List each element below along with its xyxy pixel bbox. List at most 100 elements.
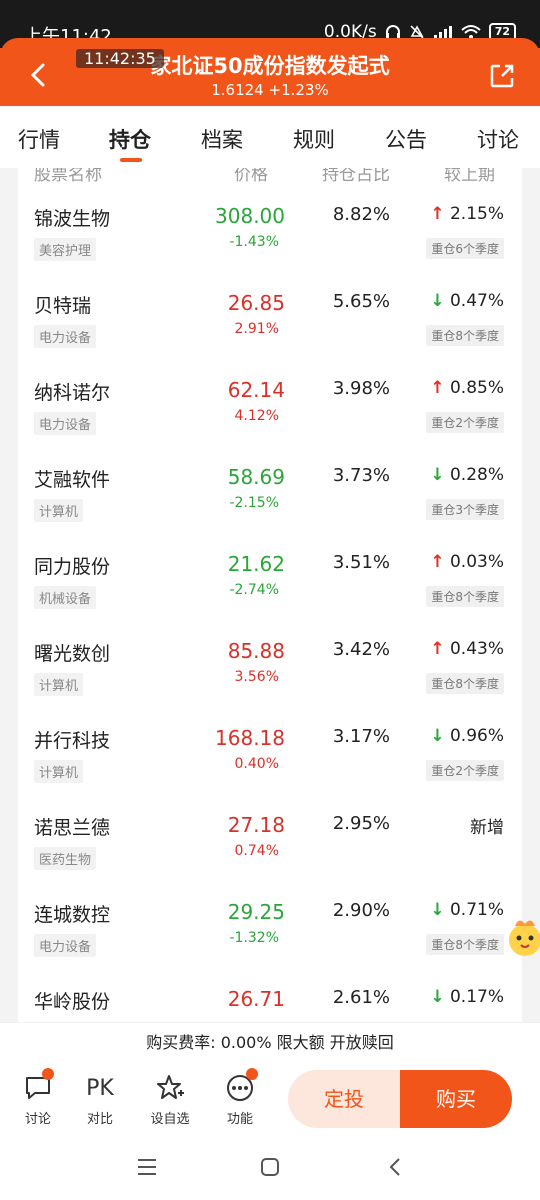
stock-price: 29.25 [227,900,285,924]
holding-row[interactable]: 锦波生物 美容护理 308.00 -1.43% 8.82% ↑ 2.15% 重仓6个季度 [18,204,522,291]
arrow-down-icon: ↓ [430,465,445,485]
holding-row[interactable]: 连城数控 电力设备 29.25 -1.32% 2.90% ↓ 0.71% 重仓8个季度 [18,900,522,987]
industry-tag: 计算机 [34,499,84,522]
stock-price: 168.18 [215,726,285,750]
tab-market[interactable]: 行情 [18,124,60,154]
period-change-value: 0.96% [449,726,504,746]
back-icon[interactable] [384,1156,406,1178]
discuss-notification-dot [42,1068,54,1080]
stock-price: 26.71 [227,987,285,1011]
compare-label: 对比 [86,1112,113,1127]
stock-change: 2.91% [234,321,279,337]
stock-name: 诺思兰德 [34,817,111,839]
col-price: 价格 [234,168,268,185]
period-change: ↑ 0.43% [430,639,504,659]
column-headers: 股票名称 价格 持仓占比 较上期 [18,168,522,185]
hold-ratio: 8.82% [332,204,390,225]
season-tag: 重仓8个季度 [426,586,504,607]
discuss-button[interactable]: 讨论 [10,1072,66,1127]
hold-ratio: 3.17% [332,726,390,747]
stock-name: 并行科技 [34,730,111,752]
period-change-value: 0.85% [449,378,504,398]
discuss-label: 讨论 [24,1112,51,1127]
season-tag: 重仓2个季度 [426,412,504,433]
holding-row[interactable]: 华岭股份 26.71 2.61% ↓ 0.17% [18,987,522,1022]
period-change: ↓ 0.28% [430,465,504,485]
period-change-value: 0.28% [449,465,504,485]
period-change-value: 0.43% [449,639,504,659]
holding-row[interactable]: 同力股份 机械设备 21.62 -2.74% 3.51% ↑ 0.03% 重仓8个季度 [18,552,522,639]
period-change: ↓ 0.47% [430,291,504,311]
industry-tag: 医药生物 [34,847,97,870]
col-name: 股票名称 [34,168,102,185]
fund-nav-value: 1.6124 [211,81,264,99]
stock-price: 58.69 [227,465,285,489]
stock-name: 锦波生物 [34,208,111,230]
tab-rules[interactable]: 规则 [293,124,335,154]
share-icon[interactable] [488,62,516,90]
menu-icon[interactable] [136,1156,158,1178]
stock-price: 62.14 [227,378,285,402]
hold-ratio: 2.90% [332,900,390,921]
season-tag: 重仓6个季度 [426,238,504,259]
stock-name: 曙光数创 [34,643,111,665]
period-change-value: 0.71% [449,900,504,920]
star-plus-icon [157,1075,184,1099]
hold-ratio: 3.73% [332,465,390,486]
arrow-down-icon: ↓ [430,900,445,920]
home-icon[interactable] [259,1156,281,1178]
industry-tag: 电力设备 [34,412,97,435]
col-hold: 持仓占比 [322,168,390,185]
stock-name: 同力股份 [34,556,111,578]
compare-button[interactable]: PK 对比 [72,1072,128,1128]
stock-price: 21.62 [227,552,285,576]
tab-bar: 行情 持仓 档案 规则 公告 讨论 [0,106,540,168]
holding-row[interactable]: 诺思兰德医药生物 27.18 0.74% 2.95% 新增 [18,813,522,900]
period-change: ↓ 0.17% [430,987,504,1007]
tab-profile[interactable]: 档案 [201,124,243,154]
season-tag: 重仓8个季度 [426,673,504,694]
season-tag: 重仓2个季度 [426,760,504,781]
tab-announcements[interactable]: 公告 [385,124,427,154]
stock-price: 85.88 [227,639,285,663]
tab-holdings[interactable]: 持仓 [109,124,151,154]
hold-ratio: 3.42% [332,639,390,660]
industry-tag: 电力设备 [34,934,97,957]
function-button[interactable]: 功能 [212,1072,268,1127]
period-change: ↑ 0.85% [430,378,504,398]
stock-change: 4.12% [234,408,279,424]
stock-price: 308.00 [215,204,285,228]
hold-ratio: 2.95% [332,813,390,834]
clock-overlay: 11:42:35 [76,49,164,68]
holdings-list[interactable]: 股票名称 价格 持仓占比 较上期 锦波生物 美容护理 308.00 -1.43% 8.8… [18,168,522,1022]
holding-row[interactable]: 并行科技 计算机 168.18 0.40% 3.17% ↓ 0.96% 重仓2个季度 [18,726,522,813]
arrow-up-icon: ↑ [430,552,445,572]
period-change: ↑ 2.15% [430,204,504,224]
col-delta: 较上期 [444,168,495,185]
pk-icon: PK [86,1075,114,1101]
season-tag: 重仓8个季度 [426,934,504,955]
buy-button[interactable]: 购买 [400,1070,512,1128]
stock-change: 0.40% [234,756,279,772]
stock-change: 0.74% [234,843,279,859]
holding-row[interactable]: 艾融软件 计算机 58.69 -2.15% 3.73% ↓ 0.28% 重仓3个季度 [18,465,522,552]
hold-ratio: 3.98% [332,378,390,399]
auto-invest-button[interactable]: 定投 [288,1070,400,1128]
period-change: ↓ 0.71% [430,900,504,920]
holding-row[interactable]: 纳科诺尔电力设备 62.14 4.12% 3.98% ↑ 0.85% 重仓2个季度 [18,378,522,465]
period-change-value: 新增 [470,818,504,838]
industry-tag: 美容护理 [34,238,97,261]
industry-tag: 电力设备 [34,325,97,348]
stock-name: 贝特瑞 [34,295,92,317]
stock-price: 27.18 [227,813,285,837]
function-notification-dot [246,1068,258,1080]
stock-name: 纳科诺尔 [34,382,111,404]
tab-discussion[interactable]: 讨论 [477,124,519,154]
holding-row[interactable]: 曙光数创 计算机 85.88 3.56% 3.42% ↑ 0.43% 重仓8个季度 [18,639,522,726]
arrow-up-icon: ↑ [430,639,445,659]
industry-tag: 计算机 [34,673,84,696]
add-watchlist-button[interactable]: 设自选 [142,1072,198,1127]
season-tag: 重仓3个季度 [426,499,504,520]
holding-row[interactable]: 贝特瑞 电力设备 26.85 2.91% 5.65% ↓ 0.47% 重仓8个季度 [18,291,522,378]
mascot-icon[interactable] [505,912,540,960]
